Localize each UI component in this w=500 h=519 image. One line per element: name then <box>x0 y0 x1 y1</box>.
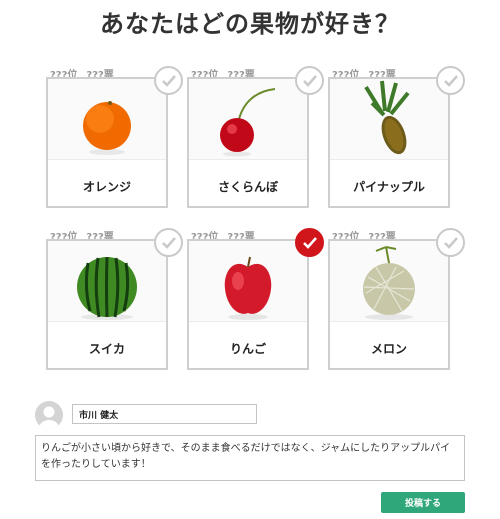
check-icon <box>162 237 176 249</box>
pineapple-image <box>330 79 448 160</box>
name-input[interactable] <box>72 404 257 424</box>
watermelon-icon <box>77 256 137 320</box>
vote-check-button-selected[interactable] <box>295 228 324 257</box>
page-title: あなたはどの果物が好き？ <box>100 10 400 38</box>
vote-check-button[interactable] <box>154 66 183 95</box>
user-avatar-icon <box>39 406 59 429</box>
fruit-name: メロン <box>370 342 407 356</box>
fruit-name: パイナップル <box>353 180 425 194</box>
fruit-card-box[interactable]: オレンジ <box>46 77 168 208</box>
pineapple-icon <box>364 80 410 155</box>
fruit-card-watermelon[interactable]: ???位 ???票 スイカ <box>46 228 183 371</box>
cherry-image <box>189 79 307 160</box>
melon-icon <box>363 246 415 320</box>
vote-check-button[interactable] <box>295 66 324 95</box>
fruit-card-apple[interactable]: ???位 ???票 りんご <box>187 228 324 371</box>
apple-icon <box>224 256 272 320</box>
watermelon-image <box>48 241 166 322</box>
vote-check-button[interactable] <box>154 228 183 257</box>
fruit-name: さくらんぼ <box>217 180 278 194</box>
melon-image <box>330 241 448 322</box>
orange-image <box>48 79 166 160</box>
check-icon <box>303 75 317 87</box>
fruit-card-box[interactable]: りんご <box>187 239 309 370</box>
fruit-card-box[interactable]: スイカ <box>46 239 168 370</box>
fruit-name: オレンジ <box>82 180 131 194</box>
check-icon <box>162 75 176 87</box>
vote-check-button[interactable] <box>436 228 465 257</box>
apple-image <box>189 241 307 322</box>
avatar <box>35 401 63 429</box>
fruit-card-orange[interactable]: ???位 ???票 オレンジ <box>46 66 183 209</box>
fruit-card-box[interactable]: パイナップル <box>328 77 450 208</box>
check-icon <box>444 75 458 87</box>
check-icon <box>303 237 317 249</box>
comment-textarea[interactable]: りんごが小さい頃から好きで、そのまま食べるだけではなく、ジャムにしたりアップルパ… <box>35 435 465 481</box>
check-icon <box>444 237 458 249</box>
fruit-card-pineapple[interactable]: ???位 ???票 パイナップル <box>328 66 465 209</box>
vote-check-button[interactable] <box>436 66 465 95</box>
orange-icon <box>83 101 131 155</box>
fruit-card-cherry[interactable]: ???位 ???票 さくらんぼ <box>187 66 324 209</box>
submit-button[interactable]: 投稿する <box>381 492 465 513</box>
fruit-card-box[interactable]: さくらんぼ <box>187 77 309 208</box>
fruit-name: スイカ <box>88 342 125 356</box>
fruit-card-box[interactable]: メロン <box>328 239 450 370</box>
fruit-card-melon[interactable]: ???位 ???票 メロン <box>328 228 465 371</box>
cherry-icon <box>220 88 276 157</box>
fruit-name: りんご <box>229 342 266 356</box>
